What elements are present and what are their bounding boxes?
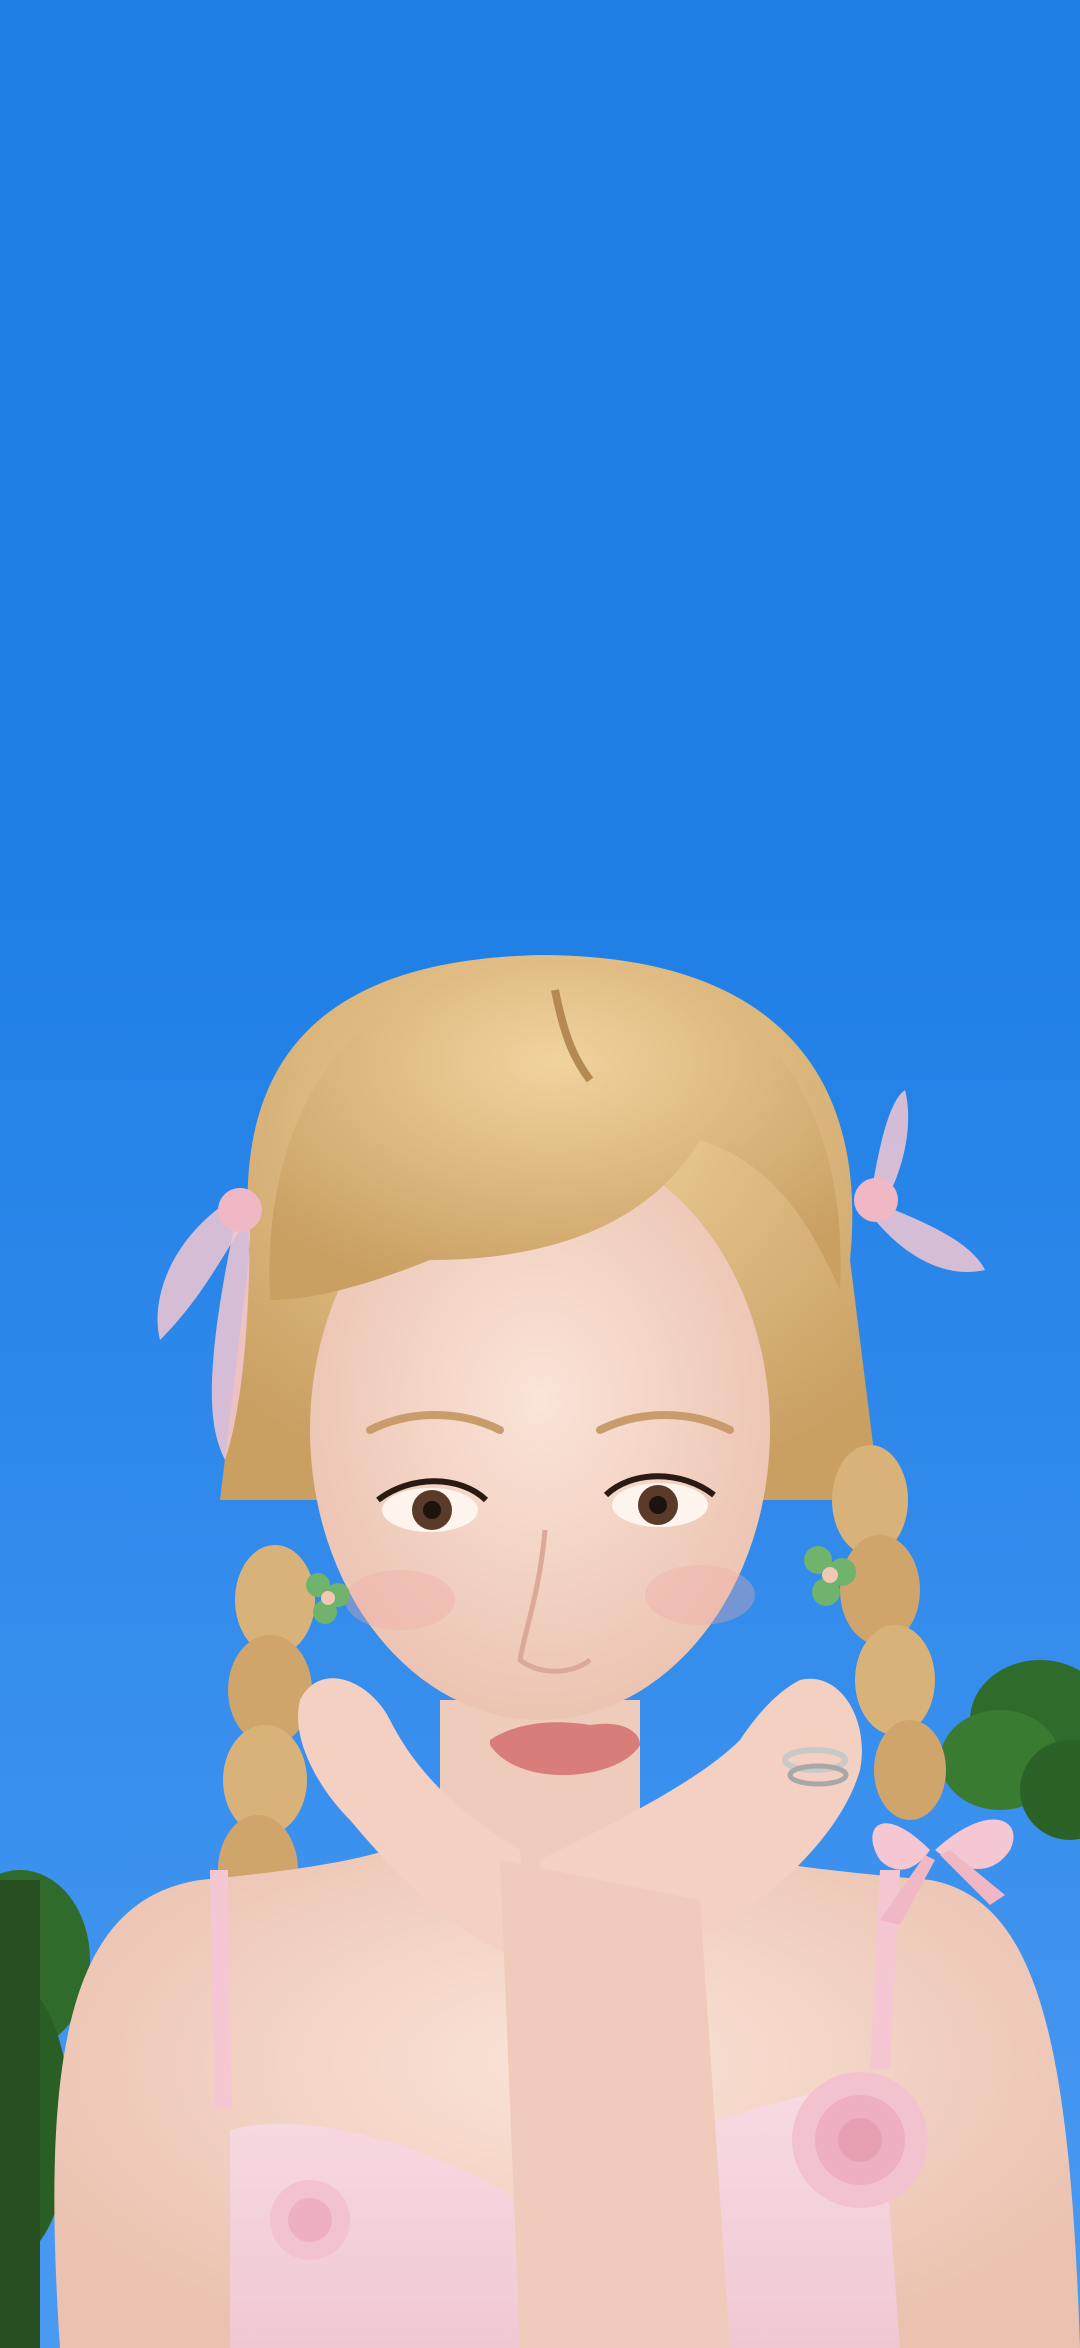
dress-rose xyxy=(792,2072,928,2208)
portrait-illustration xyxy=(0,900,1080,2348)
forearms xyxy=(500,1860,730,2348)
blush-right xyxy=(645,1565,755,1625)
dress-rose-small xyxy=(270,2180,350,2260)
wallpaper-photo xyxy=(0,0,1080,2348)
blush-left xyxy=(345,1570,455,1630)
